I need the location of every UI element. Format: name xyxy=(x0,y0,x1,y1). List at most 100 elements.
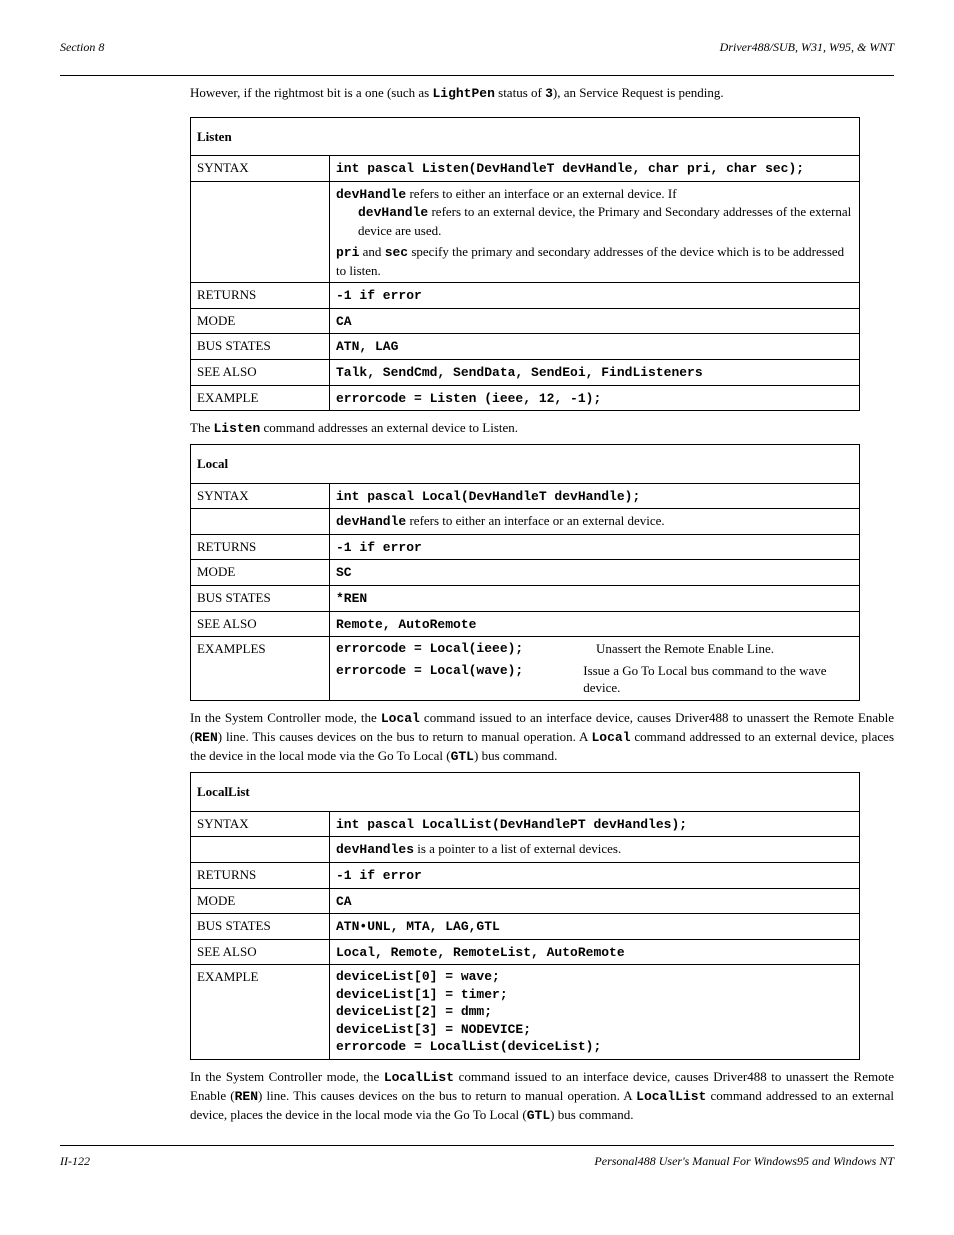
text: The xyxy=(190,420,213,435)
row-value: -1 if error xyxy=(330,862,860,888)
row-value: ATN•UNL, MTA, LAG,GTL xyxy=(330,914,860,940)
row-label xyxy=(191,837,330,863)
row-value: CA xyxy=(330,308,860,334)
example-code: errorcode = Local(wave); xyxy=(336,662,583,697)
code: Local, Remote, RemoteList, AutoRemote xyxy=(336,945,625,960)
bottom-rule xyxy=(60,1145,894,1146)
listen-table: Listen SYNTAX int pascal Listen(DevHandl… xyxy=(190,117,860,412)
code: int pascal LocalList(DevHandlePT devHand… xyxy=(336,817,687,832)
text: and xyxy=(359,244,384,259)
row-label: EXAMPLES xyxy=(191,637,330,701)
text: ), an Service Request is pending. xyxy=(553,85,724,100)
row-value: int pascal Listen(DevHandleT devHandle, … xyxy=(330,156,860,182)
row-value: deviceList[0] = wave; deviceList[1] = ti… xyxy=(330,965,860,1060)
row-label: BUS STATES xyxy=(191,914,330,940)
row-value: -1 if error xyxy=(330,283,860,309)
text: ) line. This causes devices on the bus t… xyxy=(218,729,592,744)
footer-left: II-122 xyxy=(60,1154,90,1169)
row-label: BUS STATES xyxy=(191,586,330,612)
text: However, if the rightmost bit is a one (… xyxy=(190,85,432,100)
code: devHandle xyxy=(336,187,406,202)
example-line: deviceList[3] = NODEVICE; xyxy=(336,1021,853,1039)
text: is a pointer to a list of external devic… xyxy=(414,841,621,856)
row-label: SYNTAX xyxy=(191,156,330,182)
row-label: SEE ALSO xyxy=(191,611,330,637)
text: refers to an external device, the Primar… xyxy=(358,204,851,238)
row-label: EXAMPLE xyxy=(191,965,330,1060)
row-value: -1 if error xyxy=(330,534,860,560)
row-value: Local, Remote, RemoteList, AutoRemote xyxy=(330,939,860,965)
top-rule xyxy=(60,75,894,76)
row-value: ATN, LAG xyxy=(330,334,860,360)
listen-description: The Listen command addresses an external… xyxy=(190,419,894,438)
code: Local xyxy=(592,730,631,745)
row-value: int pascal Local(DevHandleT devHandle); xyxy=(330,483,860,509)
text: In the System Controller mode, the xyxy=(190,1069,384,1084)
row-label xyxy=(191,509,330,535)
code-lightpen: LightPen xyxy=(432,86,494,101)
row-value: SC xyxy=(330,560,860,586)
row-value: errorcode = Local(ieee); Unassert the Re… xyxy=(330,637,860,701)
row-value: CA xyxy=(330,888,860,914)
local-description: In the System Controller mode, the Local… xyxy=(190,709,894,767)
code: ATN•UNL, MTA, LAG,GTL xyxy=(336,919,500,934)
example-comment: Issue a Go To Local bus command to the w… xyxy=(583,662,853,697)
code: -1 if error xyxy=(336,868,422,883)
code: GTL xyxy=(527,1108,550,1123)
listen-title: Listen xyxy=(191,117,860,156)
row-value: Talk, SendCmd, SendData, SendEoi, FindLi… xyxy=(330,360,860,386)
row-label xyxy=(191,181,330,283)
example-line: deviceList[0] = wave; xyxy=(336,968,853,986)
text: refers to either an interface or an exte… xyxy=(406,513,664,528)
code: -1 if error xyxy=(336,288,422,303)
example-line: deviceList[2] = dmm; xyxy=(336,1003,853,1021)
code: sec xyxy=(385,245,408,260)
page-header: Section 8 Driver488/SUB, W31, W95, & WNT xyxy=(60,40,894,55)
footer-right: Personal488 User's Manual For Windows95 … xyxy=(594,1154,894,1169)
code: *REN xyxy=(336,591,367,606)
code: CA xyxy=(336,894,352,909)
text: In the System Controller mode, the xyxy=(190,710,381,725)
code: pri xyxy=(336,245,359,260)
code: SC xyxy=(336,565,352,580)
code: Local xyxy=(381,711,420,726)
code: int pascal Listen(DevHandleT devHandle, … xyxy=(336,161,804,176)
row-label: SEE ALSO xyxy=(191,360,330,386)
text: status of xyxy=(495,85,545,100)
row-value: devHandle refers to either an interface … xyxy=(330,181,860,283)
row-value: Remote, AutoRemote xyxy=(330,611,860,637)
row-label: BUS STATES xyxy=(191,334,330,360)
text: ) bus command. xyxy=(550,1107,633,1122)
code: CA xyxy=(336,314,352,329)
locallist-table: LocalList SYNTAX int pascal LocalList(De… xyxy=(190,772,860,1060)
text: ) line. This causes devices on the bus t… xyxy=(258,1088,636,1103)
code: REN xyxy=(194,730,217,745)
intro-paragraph: However, if the rightmost bit is a one (… xyxy=(190,84,894,103)
code: errorcode = Listen (ieee, 12, -1); xyxy=(336,391,601,406)
code: ATN, LAG xyxy=(336,339,398,354)
code: -1 if error xyxy=(336,540,422,555)
row-label: MODE xyxy=(191,308,330,334)
example-line: errorcode = LocalList(deviceList); xyxy=(336,1038,853,1056)
text: ) bus command. xyxy=(474,748,557,763)
row-value: devHandles is a pointer to a list of ext… xyxy=(330,837,860,863)
row-value: errorcode = Listen (ieee, 12, -1); xyxy=(330,385,860,411)
page-footer: II-122 Personal488 User's Manual For Win… xyxy=(60,1154,894,1169)
header-right: Driver488/SUB, W31, W95, & WNT xyxy=(720,40,894,55)
locallist-description: In the System Controller mode, the Local… xyxy=(190,1068,894,1126)
text: specify the primary and secondary addres… xyxy=(336,244,844,278)
row-label: MODE xyxy=(191,560,330,586)
row-label: EXAMPLE xyxy=(191,385,330,411)
code-value: 3 xyxy=(545,86,553,101)
code: Talk, SendCmd, SendData, SendEoi, FindLi… xyxy=(336,365,703,380)
row-value: devHandle refers to either an interface … xyxy=(330,509,860,535)
code: devHandle xyxy=(358,205,428,220)
local-table: Local SYNTAX int pascal Local(DevHandleT… xyxy=(190,444,860,700)
row-label: MODE xyxy=(191,888,330,914)
text: command addresses an external device to … xyxy=(260,420,518,435)
code: GTL xyxy=(451,749,474,764)
header-left: Section 8 xyxy=(60,40,104,55)
example-code: errorcode = Local(ieee); xyxy=(336,640,596,658)
code: LocalList xyxy=(636,1089,706,1104)
code: devHandle xyxy=(336,514,406,529)
